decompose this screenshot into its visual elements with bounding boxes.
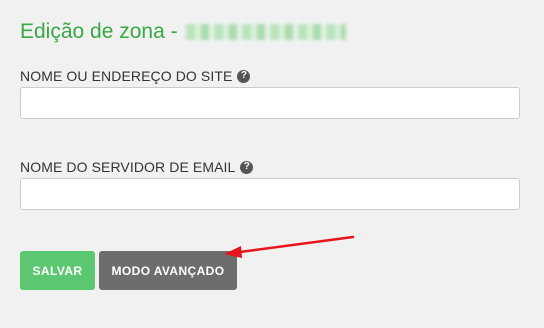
question-circle-icon[interactable]: ? <box>237 69 251 83</box>
question-circle-icon[interactable]: ? <box>240 160 254 174</box>
site-name-label: NOME OU ENDEREÇO DO SITE ? <box>20 68 251 84</box>
redacted-zone-name <box>185 24 346 40</box>
site-name-label-text: NOME OU ENDEREÇO DO SITE <box>20 68 233 84</box>
page-title: Edição de zona - <box>20 20 346 44</box>
site-name-input[interactable] <box>20 87 520 119</box>
email-server-input[interactable] <box>20 178 520 210</box>
email-server-label-text: NOME DO SERVIDOR DE EMAIL <box>20 159 236 175</box>
page-title-text: Edição de zona - <box>20 20 178 43</box>
save-button[interactable]: SALVAR <box>20 251 95 290</box>
advanced-mode-button[interactable]: MODO AVANÇADO <box>99 251 237 290</box>
email-server-label: NOME DO SERVIDOR DE EMAIL ? <box>20 159 254 175</box>
